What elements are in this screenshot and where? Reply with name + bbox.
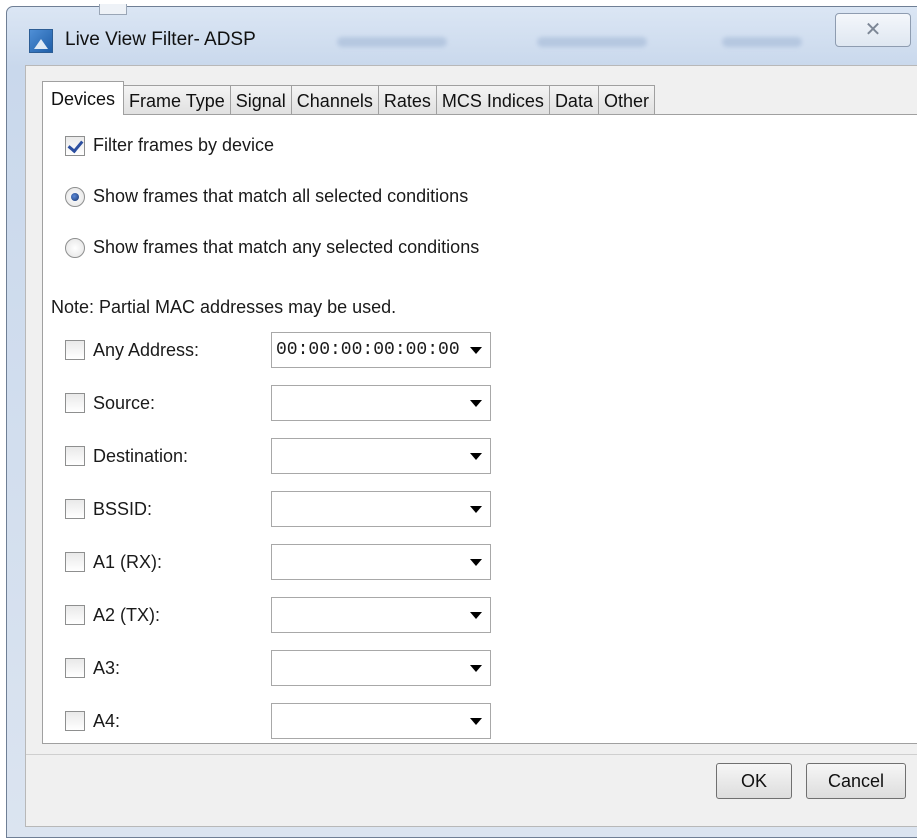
footer-divider xyxy=(26,754,917,755)
chevron-down-icon[interactable] xyxy=(470,612,482,619)
window-top-decoration xyxy=(99,4,127,15)
address-row-destination: Destination: xyxy=(65,438,491,474)
match-any-row[interactable]: Show frames that match any selected cond… xyxy=(65,237,479,258)
a1-checkbox[interactable] xyxy=(65,552,85,572)
destination-combo[interactable] xyxy=(271,438,491,474)
filter-by-device-label: Filter frames by device xyxy=(93,135,275,155)
address-row-source: Source: xyxy=(65,385,491,421)
a3-combo[interactable] xyxy=(271,650,491,686)
any-address-checkbox[interactable] xyxy=(65,340,85,360)
tab-signal[interactable]: Signal xyxy=(229,85,292,115)
a4-combo[interactable] xyxy=(271,703,491,739)
tab-devices[interactable]: Devices xyxy=(42,81,125,115)
address-row-a4: A4: xyxy=(65,703,491,739)
address-row-any: Any Address: 00:00:00:00:00:00 xyxy=(65,332,491,368)
chevron-down-icon[interactable] xyxy=(470,400,482,407)
tab-rates[interactable]: Rates xyxy=(377,85,437,115)
filter-by-device-row[interactable]: Filter frames by device xyxy=(65,135,274,156)
chevron-down-icon[interactable] xyxy=(470,665,482,672)
blurred-background-text xyxy=(537,37,647,47)
chevron-down-icon[interactable] xyxy=(470,506,482,513)
destination-checkbox[interactable] xyxy=(65,446,85,466)
match-any-label: Show frames that match any selected cond… xyxy=(93,237,480,257)
any-address-combo[interactable]: 00:00:00:00:00:00 xyxy=(271,332,491,368)
tab-frame-type[interactable]: Frame Type xyxy=(123,85,231,115)
tab-mcs-indices[interactable]: MCS Indices xyxy=(435,85,550,115)
match-all-row[interactable]: Show frames that match all selected cond… xyxy=(65,186,468,207)
any-address-label: Any Address: xyxy=(93,339,200,360)
match-all-radio[interactable] xyxy=(65,186,85,207)
match-any-radio[interactable] xyxy=(65,237,85,258)
a3-label: A3: xyxy=(93,657,121,678)
window-title: Live View Filter- ADSP xyxy=(65,29,256,50)
bssid-label: BSSID: xyxy=(93,498,153,519)
a3-checkbox[interactable] xyxy=(65,658,85,678)
chevron-down-icon[interactable] xyxy=(470,347,482,354)
close-button[interactable]: ✕ xyxy=(835,13,911,47)
source-checkbox[interactable] xyxy=(65,393,85,413)
a1-label: A1 (RX): xyxy=(93,551,163,572)
bssid-combo[interactable] xyxy=(271,491,491,527)
tab-channels[interactable]: Channels xyxy=(290,85,379,115)
address-row-a2: A2 (TX): xyxy=(65,597,491,633)
match-all-label: Show frames that match all selected cond… xyxy=(93,186,469,206)
tab-data[interactable]: Data xyxy=(548,85,599,115)
destination-label: Destination: xyxy=(93,445,189,466)
tab-strip: Devices Frame Type Signal Channels Rates… xyxy=(42,81,655,115)
blurred-background-text xyxy=(722,37,802,47)
cancel-button[interactable]: Cancel xyxy=(806,763,906,799)
bssid-checkbox[interactable] xyxy=(65,499,85,519)
a4-label: A4: xyxy=(93,710,121,731)
a4-checkbox[interactable] xyxy=(65,711,85,731)
dialog-window: Live View Filter- ADSP ✕ Devices Frame T… xyxy=(6,4,917,838)
any-address-value: 00:00:00:00:00:00 xyxy=(276,340,460,360)
app-icon xyxy=(29,29,53,53)
a2-checkbox[interactable] xyxy=(65,605,85,625)
chevron-down-icon[interactable] xyxy=(470,453,482,460)
address-row-bssid: BSSID: xyxy=(65,491,491,527)
partial-mac-note: Note: Partial MAC addresses may be used. xyxy=(51,297,397,317)
chevron-down-icon[interactable] xyxy=(470,559,482,566)
source-combo[interactable] xyxy=(271,385,491,421)
dialog-client-area: Devices Frame Type Signal Channels Rates… xyxy=(25,65,917,827)
a2-combo[interactable] xyxy=(271,597,491,633)
filter-by-device-checkbox[interactable] xyxy=(65,135,85,156)
close-icon: ✕ xyxy=(864,19,882,41)
ok-button[interactable]: OK xyxy=(716,763,792,799)
blurred-background-text xyxy=(337,37,447,47)
chevron-down-icon[interactable] xyxy=(470,718,482,725)
a1-combo[interactable] xyxy=(271,544,491,580)
devices-panel: Filter frames by device Show frames that… xyxy=(42,114,917,744)
a2-label: A2 (TX): xyxy=(93,604,161,625)
source-label: Source: xyxy=(93,392,156,413)
address-row-a3: A3: xyxy=(65,650,491,686)
tab-other[interactable]: Other xyxy=(597,85,655,115)
title-bar[interactable]: Live View Filter- ADSP ✕ xyxy=(7,4,917,63)
address-row-a1: A1 (RX): xyxy=(65,544,491,580)
